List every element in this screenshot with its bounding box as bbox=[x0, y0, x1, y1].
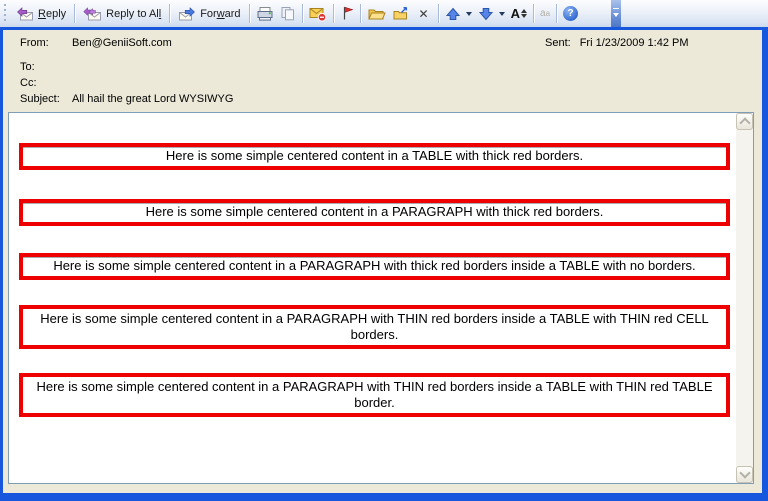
toolbar-separator bbox=[533, 4, 534, 23]
from-value: Ben@GeniiSoft.com bbox=[72, 37, 172, 49]
reply-all-icon bbox=[83, 7, 102, 21]
delete-icon: ✕ bbox=[416, 7, 432, 21]
next-item-icon bbox=[478, 7, 494, 21]
toolbar-separator bbox=[74, 4, 75, 23]
paragraph-thin-border-box: Here is some simple centered content in … bbox=[21, 375, 728, 415]
table-thick-red-border-box: Here is some simple centered content in … bbox=[19, 143, 730, 170]
toolbar-separator bbox=[302, 4, 303, 23]
message-body: Here is some simple centered content in … bbox=[8, 112, 754, 484]
text-size-icon: A bbox=[511, 7, 520, 20]
from-label: From: bbox=[20, 37, 72, 49]
follow-up-flag-button[interactable] bbox=[337, 4, 357, 23]
table-thin-cell-border: Here is some simple centered content in … bbox=[19, 305, 730, 349]
forward-button[interactable]: Forward bbox=[173, 5, 245, 23]
toolbar-options-button[interactable] bbox=[611, 0, 621, 27]
toolbar-separator bbox=[249, 4, 250, 23]
chevron-down-icon bbox=[739, 467, 750, 478]
previous-item-dropdown[interactable] bbox=[466, 12, 472, 16]
move-to-folder-button[interactable] bbox=[364, 4, 389, 23]
reply-to-all-button[interactable]: Reply to All bbox=[78, 5, 166, 23]
to-label: To: bbox=[20, 61, 72, 73]
toolbar: Reply Reply to All Forward bbox=[0, 0, 768, 27]
sent-row: Sent: Fri 1/23/2009 1:42 PM bbox=[545, 37, 689, 49]
sent-label: Sent: bbox=[545, 37, 571, 49]
next-item-dropdown[interactable] bbox=[499, 12, 505, 16]
toolbar-separator bbox=[360, 4, 361, 23]
print-button[interactable] bbox=[253, 4, 277, 23]
subject-value: All hail the great Lord WYSIWYG bbox=[72, 93, 233, 105]
message-header: From:Ben@GeniiSoft.com Sent: Fri 1/23/200… bbox=[3, 30, 762, 112]
chevron-down-icon bbox=[613, 13, 619, 17]
reply-to-all-label: Reply to All bbox=[106, 8, 161, 20]
translate-icon: aa bbox=[540, 8, 550, 19]
toolbar-grip[interactable] bbox=[3, 4, 8, 23]
chevron-up-icon bbox=[739, 117, 750, 128]
toolbar-separator bbox=[438, 4, 439, 23]
message-frame: From:Ben@GeniiSoft.com Sent: Fri 1/23/200… bbox=[0, 27, 768, 501]
help-button[interactable]: ? bbox=[560, 4, 581, 23]
reply-icon bbox=[16, 7, 34, 21]
outlook-message-window: { "toolbar": { "reply": {"pre": "", "acc… bbox=[0, 0, 768, 501]
text-size-arrows-icon bbox=[521, 9, 527, 18]
table-thin-table-border: Here is some simple centered content in … bbox=[19, 373, 730, 417]
sent-value: Fri 1/23/2009 1:42 PM bbox=[580, 37, 689, 49]
subject-row: Subject:All hail the great Lord WYSIWYG bbox=[20, 93, 233, 105]
print-icon bbox=[256, 6, 274, 21]
subject-label: Subject: bbox=[20, 93, 72, 105]
to-row: To: bbox=[20, 61, 72, 73]
toolbar-separator bbox=[556, 4, 557, 23]
paragraph-thick-red-border-box: Here is some simple centered content in … bbox=[19, 199, 730, 226]
cc-row: Cc: bbox=[20, 77, 72, 89]
translate-button[interactable]: aa bbox=[537, 6, 553, 21]
copy-button[interactable] bbox=[277, 4, 299, 23]
paragraph-thin-border-box: Here is some simple centered content in … bbox=[21, 307, 728, 347]
follow-up-flag-icon bbox=[340, 6, 354, 21]
from-row: From:Ben@GeniiSoft.com bbox=[20, 37, 172, 49]
previous-item-icon bbox=[445, 7, 461, 21]
copy-icon bbox=[280, 6, 296, 21]
next-item-button[interactable] bbox=[475, 5, 497, 23]
junk-email-icon bbox=[309, 6, 327, 22]
help-icon: ? bbox=[563, 6, 578, 21]
text-size-button[interactable]: A bbox=[508, 5, 530, 22]
cc-label: Cc: bbox=[20, 77, 72, 89]
paragraph-thick-border-in-table-box: Here is some simple centered content in … bbox=[19, 253, 730, 280]
reply-label: Reply bbox=[38, 8, 66, 20]
delete-button[interactable]: ✕ bbox=[413, 5, 435, 23]
scrollbar-up-button[interactable] bbox=[736, 113, 753, 130]
create-rule-icon bbox=[392, 6, 410, 21]
previous-item-button[interactable] bbox=[442, 5, 464, 23]
forward-label: Forward bbox=[200, 8, 240, 20]
forward-icon bbox=[178, 7, 196, 21]
toolbar-separator bbox=[169, 4, 170, 23]
create-rule-button[interactable] bbox=[389, 4, 413, 23]
junk-email-button[interactable] bbox=[306, 4, 330, 24]
scrollbar[interactable] bbox=[736, 113, 753, 483]
scrollbar-down-button[interactable] bbox=[736, 466, 753, 483]
toolbar-options-bar-icon bbox=[613, 8, 619, 9]
reply-button[interactable]: Reply bbox=[11, 5, 71, 23]
message-content: Here is some simple centered content in … bbox=[9, 113, 736, 483]
toolbar-separator bbox=[333, 4, 334, 23]
move-to-folder-icon bbox=[367, 6, 386, 21]
